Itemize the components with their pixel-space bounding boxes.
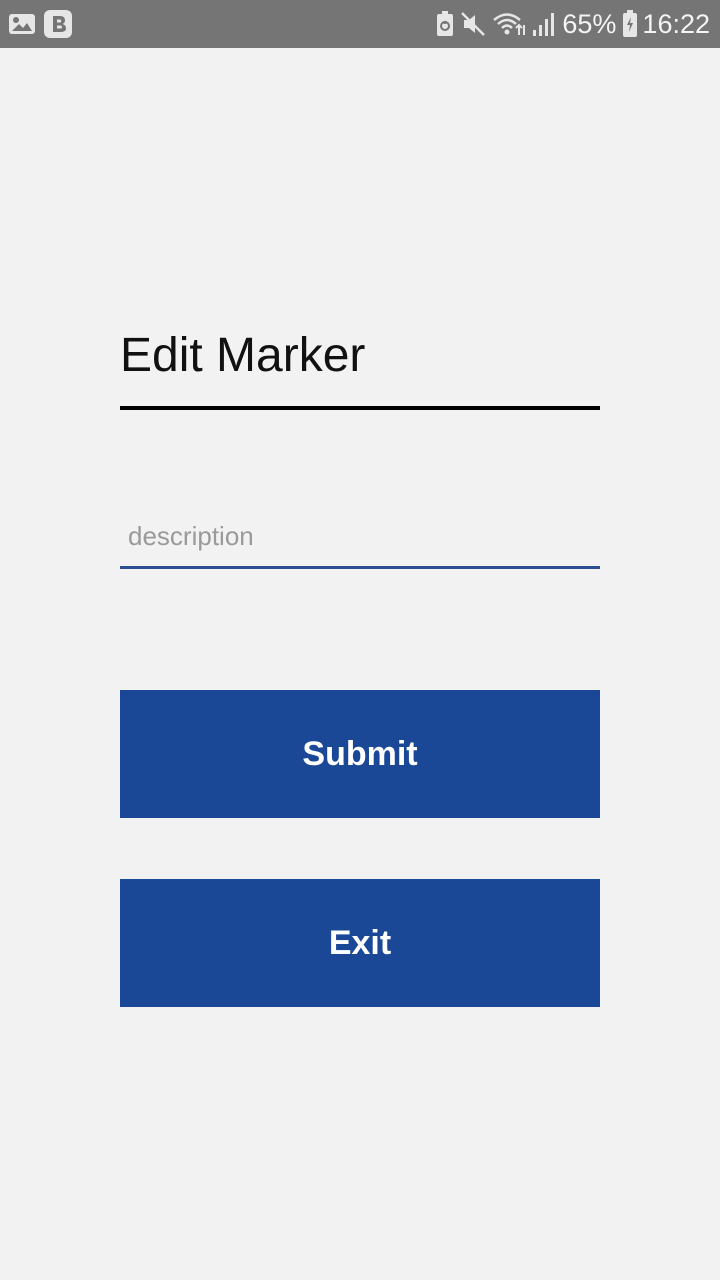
page-title: Edit Marker xyxy=(120,329,366,382)
b-app-notification-icon xyxy=(44,10,72,38)
title-divider xyxy=(120,406,600,410)
wifi-icon xyxy=(492,11,526,37)
signal-icon xyxy=(532,11,556,37)
clock: 16:22 xyxy=(642,8,710,39)
status-bar-right: 65% 16:22 xyxy=(430,9,710,40)
status-bar-left xyxy=(8,10,80,38)
battery-charging-icon xyxy=(622,10,638,38)
image-notification-icon xyxy=(8,12,36,36)
description-input[interactable] xyxy=(120,505,600,567)
exit-button[interactable]: Exit xyxy=(120,879,600,1007)
description-underline xyxy=(120,566,600,569)
battery-percent: 65% xyxy=(562,8,617,39)
battery-saver-icon xyxy=(436,11,454,37)
submit-button[interactable]: Submit xyxy=(120,690,600,818)
status-bar: 65% 16:22 xyxy=(0,0,720,48)
mute-icon xyxy=(460,11,486,37)
